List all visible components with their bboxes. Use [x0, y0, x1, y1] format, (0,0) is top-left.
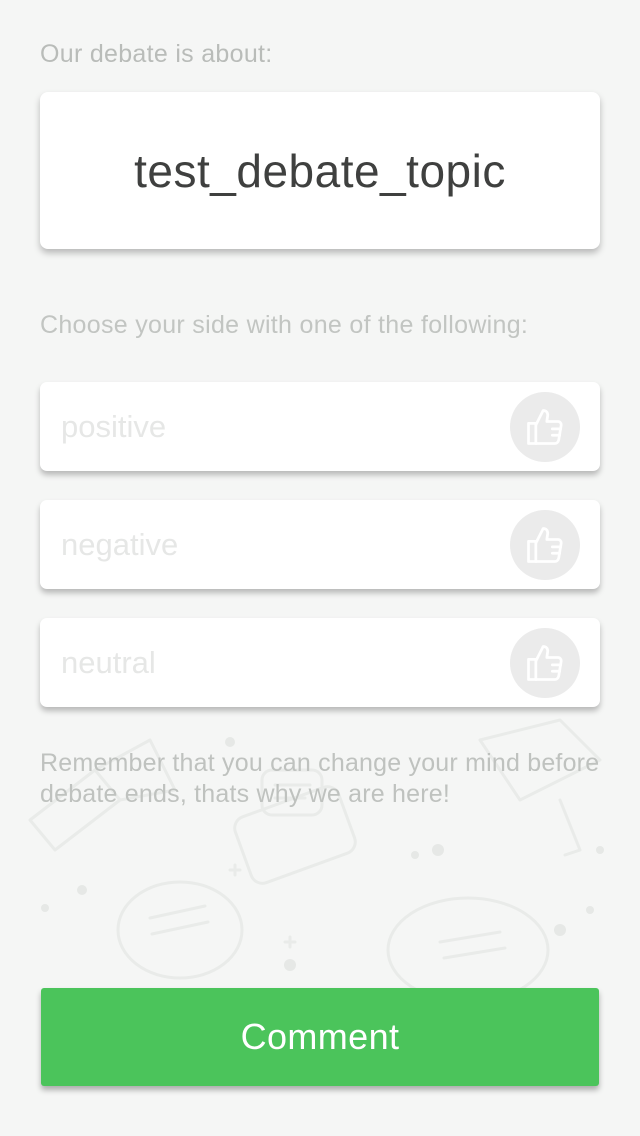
choose-side-label: Choose your side with one of the followi…: [40, 311, 529, 339]
thumbs-up-icon[interactable]: [510, 628, 580, 698]
option-neutral[interactable]: neutral: [40, 618, 600, 707]
comment-button[interactable]: Comment: [41, 988, 599, 1086]
background-doodles: [28, 698, 604, 1000]
option-negative[interactable]: negative: [40, 500, 600, 589]
reminder-text: Remember that you can change your mind b…: [40, 749, 600, 808]
option-label: neutral: [61, 645, 156, 680]
thumbs-up-icon[interactable]: [510, 510, 580, 580]
debate-intro-label: Our debate is about:: [40, 40, 273, 68]
option-positive[interactable]: positive: [40, 382, 600, 471]
topic-card: test_debate_topic: [40, 92, 600, 249]
option-label: positive: [61, 409, 167, 444]
thumbs-up-icon[interactable]: [510, 392, 580, 462]
debate-topic: test_debate_topic: [134, 144, 506, 197]
option-label: negative: [61, 527, 179, 562]
